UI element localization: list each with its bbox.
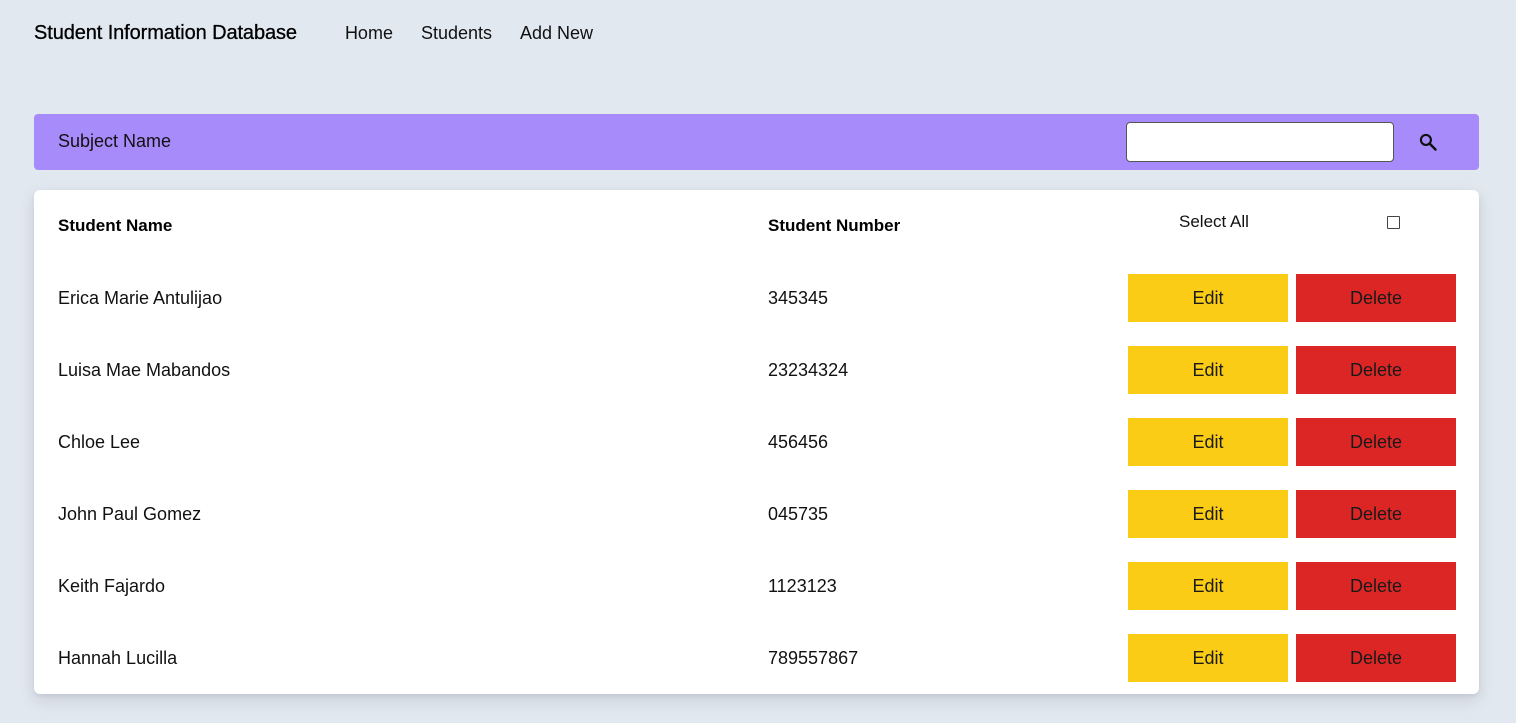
subject-title: Subject Name (58, 131, 172, 151)
edit-button[interactable]: Edit (1128, 490, 1288, 538)
search-button[interactable] (1414, 128, 1442, 156)
student-number: 1123123 (768, 576, 837, 596)
select-all-label: Select All (1179, 212, 1249, 231)
table-row: Hannah Lucilla 789557867 Edit Delete (34, 634, 1479, 682)
search-icon (1419, 133, 1437, 151)
delete-button[interactable]: Delete (1296, 418, 1456, 466)
student-name: Chloe Lee (58, 432, 141, 452)
table-row: Erica Marie Antulijao 345345 Edit Delete (34, 274, 1479, 322)
students-table: Student Name Student Number Select All E… (34, 190, 1479, 694)
student-number: 789557867 (768, 648, 859, 668)
student-name: John Paul Gomez (58, 504, 202, 524)
student-number: 045735 (768, 504, 829, 524)
subject-bar: Subject Name (34, 114, 1479, 170)
delete-button[interactable]: Delete (1296, 274, 1456, 322)
search-input[interactable] (1126, 122, 1394, 162)
student-name: Keith Fajardo (58, 576, 166, 596)
table-row: John Paul Gomez 045735 Edit Delete (34, 490, 1479, 538)
brand-title[interactable]: Student Information Database (34, 21, 297, 45)
nav-home-link[interactable]: Home (345, 23, 393, 44)
navbar: Student Information Database Home Studen… (34, 20, 621, 46)
edit-button[interactable]: Edit (1128, 274, 1288, 322)
table-row: Chloe Lee 456456 Edit Delete (34, 418, 1479, 466)
delete-button[interactable]: Delete (1296, 490, 1456, 538)
table-row: Keith Fajardo 1123123 Edit Delete (34, 562, 1479, 610)
student-number: 23234324 (768, 360, 849, 380)
student-name: Erica Marie Antulijao (58, 288, 223, 308)
edit-button[interactable]: Edit (1128, 346, 1288, 394)
column-header-student-name: Student Name (58, 216, 173, 235)
edit-button[interactable]: Edit (1128, 418, 1288, 466)
student-name: Hannah Lucilla (58, 648, 178, 668)
student-number: 345345 (768, 288, 829, 308)
nav-students-link[interactable]: Students (421, 23, 492, 44)
nav-links: Home Students Add New (345, 23, 621, 44)
select-all-checkbox[interactable] (1387, 216, 1400, 229)
column-header-student-number: Student Number (768, 216, 901, 235)
student-name: Luisa Mae Mabandos (58, 360, 231, 380)
delete-button[interactable]: Delete (1296, 346, 1456, 394)
student-number: 456456 (768, 432, 829, 452)
delete-button[interactable]: Delete (1296, 562, 1456, 610)
edit-button[interactable]: Edit (1128, 634, 1288, 682)
edit-button[interactable]: Edit (1128, 562, 1288, 610)
table-row: Luisa Mae Mabandos 23234324 Edit Delete (34, 346, 1479, 394)
nav-add-new-link[interactable]: Add New (520, 23, 593, 44)
delete-button[interactable]: Delete (1296, 634, 1456, 682)
